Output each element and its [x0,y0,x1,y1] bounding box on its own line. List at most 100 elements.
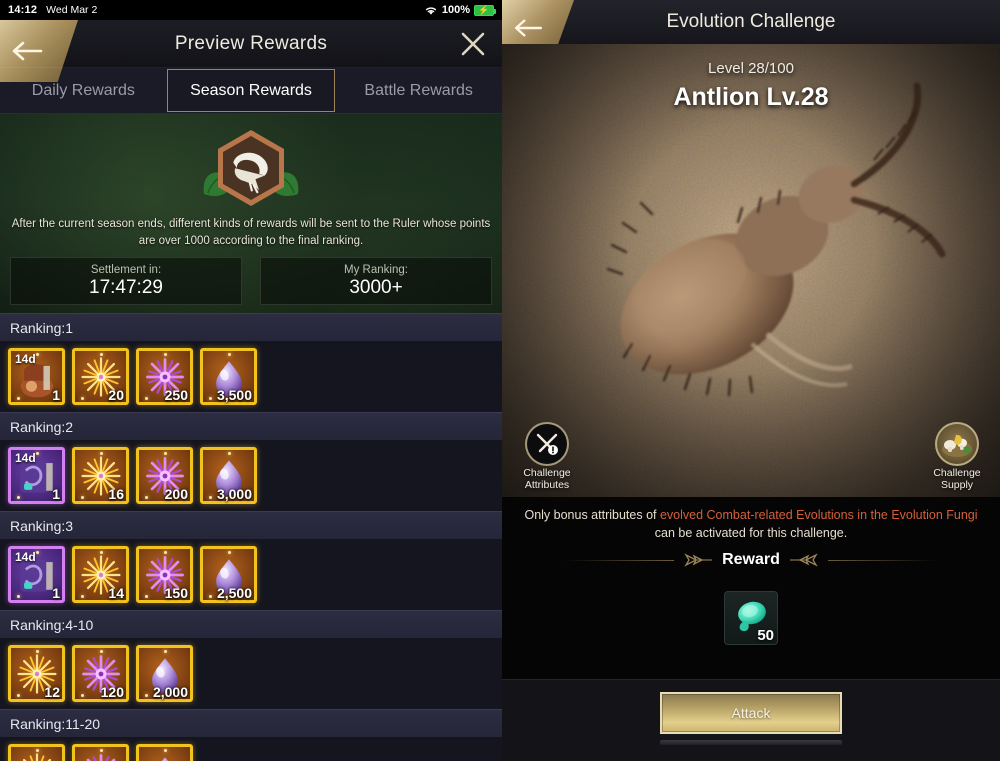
reward-item-slot[interactable] [72,744,129,761]
reward-item-slot[interactable]: 14d 1 [8,546,65,603]
divider-rule-right [827,559,938,561]
reward-heading: Reward [722,551,780,568]
crossed-swords-icon [525,421,569,466]
reward-item-slot[interactable]: 120 [72,645,129,702]
desc-prefix: Only bonus attributes of [524,508,660,522]
settlement-timer-box: Settlement in: 17:47:29 [10,257,242,305]
reward-item-slot[interactable]: 2,000 [136,645,193,702]
attack-button[interactable]: Attack [660,692,842,734]
reward-item-slot[interactable]: 3,500 [200,348,257,405]
reward-item-slot[interactable]: 12 [8,645,65,702]
reward-item-slot[interactable]: 20 [72,348,129,405]
reward-item-row: 50 [516,591,986,645]
wifi-icon [425,6,436,15]
desc-suffix: can be activated for this challenge. [654,525,848,540]
season-stats-row: Settlement in: 17:47:29 My Ranking: 3000… [10,257,492,305]
ranking-reward-list[interactable]: Ranking:1 14d 1 20 250 3,500 Ranking:2 14d 1 1… [0,313,502,761]
challenge-description: Only bonus attributes of evolved Combat-… [516,507,986,542]
item-quantity: 1 [52,486,60,502]
sparkle-decoration [209,397,212,400]
sparkle-decoration [17,496,20,499]
mushroom-basket-icon [935,421,979,466]
battery-percent: 100% [441,4,470,16]
reward-item-slot[interactable]: 50 [724,591,778,645]
sparkle-decoration [209,496,212,499]
my-ranking-label: My Ranking: [344,263,408,276]
skull-medal-icon [203,130,299,206]
reward-item-slot[interactable]: 14d 1 [8,447,65,504]
challenge-attributes-button[interactable]: Challenge Attributes [510,421,584,491]
item-quantity: 200 [164,486,188,502]
tab-daily-rewards[interactable]: Daily Rewards [0,68,167,113]
item-quantity: 12 [44,684,60,700]
sparkle-decoration [100,353,103,356]
my-ranking-value: 3000+ [349,276,403,298]
sparkle-decoration [100,749,103,752]
sparkle-decoration [17,595,20,598]
sparkle-decoration [81,496,84,499]
item-quantity: 14 [108,585,124,601]
reward-item-slot[interactable] [136,744,193,761]
sparkle-decoration [164,650,167,653]
ranking-header: Ranking:3 [0,511,502,539]
close-icon[interactable] [458,29,488,59]
ranking-items-row: 14d 1 20 250 3,500 [0,341,502,412]
reward-item-slot[interactable]: 14d 1 [8,348,65,405]
reward-item-slot[interactable]: 150 [136,546,193,603]
page-title: Preview Rewards [174,33,328,54]
reward-item-slot[interactable] [8,744,65,761]
challenge-info: Only bonus attributes of evolved Combat-… [502,497,1000,645]
ranking-header: Ranking:2 [0,412,502,440]
sparkle-decoration [17,397,20,400]
challenge-supply-label: Challenge Supply [920,467,994,491]
reward-item-slot[interactable]: 2,500 [200,546,257,603]
item-duration-badge: 14d [15,352,36,366]
sparkle-decoration [36,749,39,752]
item-quantity: 150 [164,585,188,601]
sparkle-decoration [81,595,84,598]
ranking-items-row [0,737,502,761]
reward-item-slot[interactable]: 250 [136,348,193,405]
sparkle-decoration [100,452,103,455]
my-ranking-box: My Ranking: 3000+ [260,257,492,305]
reward-item-qty: 50 [757,627,774,644]
sparkle-decoration [164,353,167,356]
sparkle-decoration [209,595,212,598]
sparkle-decoration [164,551,167,554]
sparkle-decoration [36,650,39,653]
rewards-tab-bar: Daily Rewards Season Rewards Battle Rewa… [0,68,502,114]
season-description: After the current season ends, different… [11,218,491,247]
sparkle-decoration [81,397,84,400]
ranking-items-row: 12 120 2,000 [0,638,502,709]
level-text: Level 28/100 [708,60,794,77]
reward-item-slot[interactable]: 16 [72,447,129,504]
sparkle-decoration [145,397,148,400]
secondary-action-bar[interactable] [660,740,842,745]
sparkle-decoration [145,496,148,499]
attack-button-label: Attack [731,705,771,721]
reward-item-slot[interactable]: 200 [136,447,193,504]
challenge-supply-button[interactable]: Challenge Supply [920,421,994,491]
status-time: 14:12 [8,4,38,16]
back-arrow-icon [514,19,543,37]
badge-line-2: Attributes [524,478,570,491]
item-quantity: 1 [52,387,60,403]
item-quantity: 20 [108,387,124,403]
sparkle-decoration [36,452,39,455]
tab-battle-rewards[interactable]: Battle Rewards [335,68,502,113]
item-quantity: 120 [100,684,124,700]
reward-item-slot[interactable]: 14 [72,546,129,603]
action-bar: Attack [502,679,1000,761]
item-quantity: 2,500 [216,585,252,601]
season-banner: After the current season ends, different… [0,114,502,313]
item-quantity: 1 [52,585,60,601]
tab-season-rewards[interactable]: Season Rewards [166,69,336,112]
app-screen: 14:12 Wed Mar 2 100% ⚡ Preview Rewards D… [0,0,1000,761]
sparkle-decoration [81,694,84,697]
reward-item-slot[interactable]: 3,000 [200,447,257,504]
leaf-ornament-left-icon [684,553,713,567]
sparkle-decoration [228,452,231,455]
item-duration-badge: 14d [15,451,36,465]
battery-charging-icon: ⚡ [474,4,496,16]
settlement-label: Settlement in: [90,263,162,276]
